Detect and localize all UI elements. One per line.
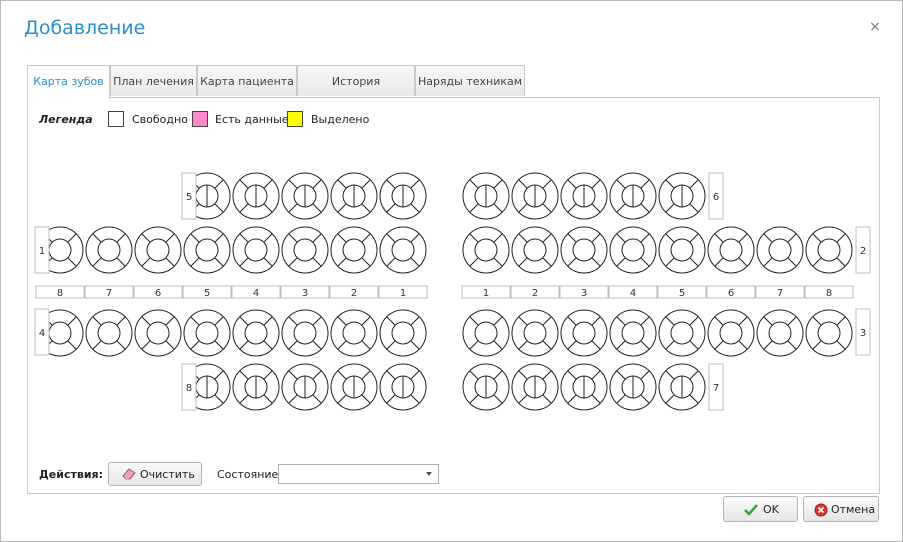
tooth-lower-right-4[interactable] <box>609 309 657 357</box>
close-icon[interactable]: × <box>867 19 883 35</box>
tooth-upper-left-5[interactable] <box>232 226 280 274</box>
tooth-number-left-5: 4 <box>253 288 259 299</box>
tooth-lower-left-2[interactable] <box>85 309 133 357</box>
tooth-number-left-6: 3 <box>302 288 308 299</box>
tooth-lower-right-1[interactable] <box>462 309 510 357</box>
tooth-lower-left-8[interactable] <box>379 309 427 357</box>
tooth-top-outer-left-3[interactable] <box>281 172 329 220</box>
tooth-number-left-2: 7 <box>106 288 112 299</box>
tooth-lower-right-6[interactable] <box>707 309 755 357</box>
tooth-lower-right-5[interactable] <box>658 309 706 357</box>
tooth-top-outer-left-4[interactable] <box>330 172 378 220</box>
tooth-upper-left-6[interactable] <box>281 226 329 274</box>
quadrant-label-lower-left: 4 <box>39 328 45 339</box>
tooth-bottom-outer-right-4[interactable] <box>609 363 657 411</box>
tooth-number-right-3: 3 <box>581 288 587 299</box>
tooth-bottom-outer-left-3[interactable] <box>281 363 329 411</box>
eraser-icon <box>122 468 136 480</box>
tab-visit-history[interactable]: История посещений <box>297 65 415 119</box>
tooth-lower-right-2[interactable] <box>511 309 559 357</box>
tooth-number-right-6: 6 <box>728 288 734 299</box>
tooth-number-right-7: 7 <box>777 288 783 299</box>
tooth-bottom-outer-right-3[interactable] <box>560 363 608 411</box>
tooth-top-outer-left-5[interactable] <box>379 172 427 220</box>
cancel-icon <box>814 503 828 517</box>
tooth-bottom-outer-right-1[interactable] <box>462 363 510 411</box>
chevron-down-icon <box>426 472 432 476</box>
quadrant-label-upper-right: 2 <box>860 246 866 257</box>
quadrant-label-bottom-left: 8 <box>186 383 192 394</box>
tooth-upper-left-4[interactable] <box>183 226 231 274</box>
tooth-lower-right-8[interactable] <box>805 309 853 357</box>
tooth-top-outer-right-5[interactable] <box>658 172 706 220</box>
quadrant-label-upper-left: 1 <box>39 246 45 257</box>
state-select[interactable] <box>278 464 439 484</box>
tab-tooth-map[interactable]: Карта зубов <box>27 65 110 99</box>
tooth-upper-right-7[interactable] <box>756 226 804 274</box>
tooth-bottom-outer-left-5[interactable] <box>379 363 427 411</box>
tooth-upper-right-1[interactable] <box>462 226 510 274</box>
tooth-number-right-5: 5 <box>679 288 685 299</box>
tooth-lower-left-7[interactable] <box>330 309 378 357</box>
tooth-top-outer-right-1[interactable] <box>462 172 510 220</box>
quadrant-label-lower-right: 3 <box>860 328 866 339</box>
tooth-map-panel: Легенда Свободно Есть данные Выделено 87… <box>27 97 880 494</box>
clear-button[interactable]: Очистить <box>108 462 202 486</box>
quadrant-label-top-left: 5 <box>186 192 192 203</box>
tooth-top-outer-right-2[interactable] <box>511 172 559 220</box>
tooth-lower-left-3[interactable] <box>134 309 182 357</box>
tooth-upper-right-6[interactable] <box>707 226 755 274</box>
cancel-button[interactable]: Отмена <box>803 496 879 522</box>
tooth-number-right-2: 2 <box>532 288 538 299</box>
clear-button-label: Очистить <box>140 468 195 481</box>
tooth-bottom-outer-left-4[interactable] <box>330 363 378 411</box>
tooth-lower-right-7[interactable] <box>756 309 804 357</box>
tooth-chart: 8 7 6 5 4 3 2 1 1 2 3 4 5 6 7 8 5 6 1 2 4 3 8 7 <box>34 172 871 411</box>
tooth-lower-left-5[interactable] <box>232 309 280 357</box>
quadrant-label-top-right: 6 <box>713 192 719 203</box>
tooth-bottom-outer-left-2[interactable] <box>232 363 280 411</box>
dialog-title: Добавление <box>24 17 146 39</box>
quadrant-label-bottom-right: 7 <box>713 383 719 394</box>
tooth-upper-left-3[interactable] <box>134 226 182 274</box>
tooth-upper-left-2[interactable] <box>85 226 133 274</box>
tooth-top-outer-right-3[interactable] <box>560 172 608 220</box>
dialog-window: Добавление × Карта зубов План лечения Ка… <box>0 0 903 542</box>
tooth-lower-left-6[interactable] <box>281 309 329 357</box>
tab-technician-orders[interactable]: Наряды техникам <box>415 65 525 96</box>
tooth-upper-right-4[interactable] <box>609 226 657 274</box>
tooth-upper-left-8[interactable] <box>379 226 427 274</box>
tooth-number-left-8: 1 <box>400 288 406 299</box>
tooth-number-left-3: 6 <box>155 288 161 299</box>
tooth-number-right-8: 8 <box>826 288 832 299</box>
ok-button[interactable]: OK <box>723 496 798 522</box>
tab-treatment-plan[interactable]: План лечения <box>110 65 197 96</box>
tooth-upper-right-3[interactable] <box>560 226 608 274</box>
cancel-button-label: Отмена <box>831 503 876 516</box>
actions-label: Действия: <box>39 468 103 481</box>
tooth-number-left-7: 2 <box>351 288 357 299</box>
tooth-lower-left-4[interactable] <box>183 309 231 357</box>
check-icon <box>744 504 758 516</box>
tooth-upper-right-5[interactable] <box>658 226 706 274</box>
tooth-bottom-outer-right-2[interactable] <box>511 363 559 411</box>
tooth-lower-right-3[interactable] <box>560 309 608 357</box>
tooth-top-outer-left-2[interactable] <box>232 172 280 220</box>
tooth-upper-right-8[interactable] <box>805 226 853 274</box>
tooth-number-right-1: 1 <box>483 288 489 299</box>
state-label: Состояние <box>217 468 279 481</box>
tooth-upper-right-2[interactable] <box>511 226 559 274</box>
tooth-bottom-outer-right-5[interactable] <box>658 363 706 411</box>
tooth-upper-left-7[interactable] <box>330 226 378 274</box>
tooth-top-outer-right-4[interactable] <box>609 172 657 220</box>
tooth-number-left-1: 8 <box>57 288 63 299</box>
tooth-number-left-4: 5 <box>204 288 210 299</box>
tooth-number-right-4: 4 <box>630 288 636 299</box>
ok-button-label: OK <box>763 503 779 516</box>
tab-patient-card[interactable]: Карта пациента <box>197 65 297 96</box>
